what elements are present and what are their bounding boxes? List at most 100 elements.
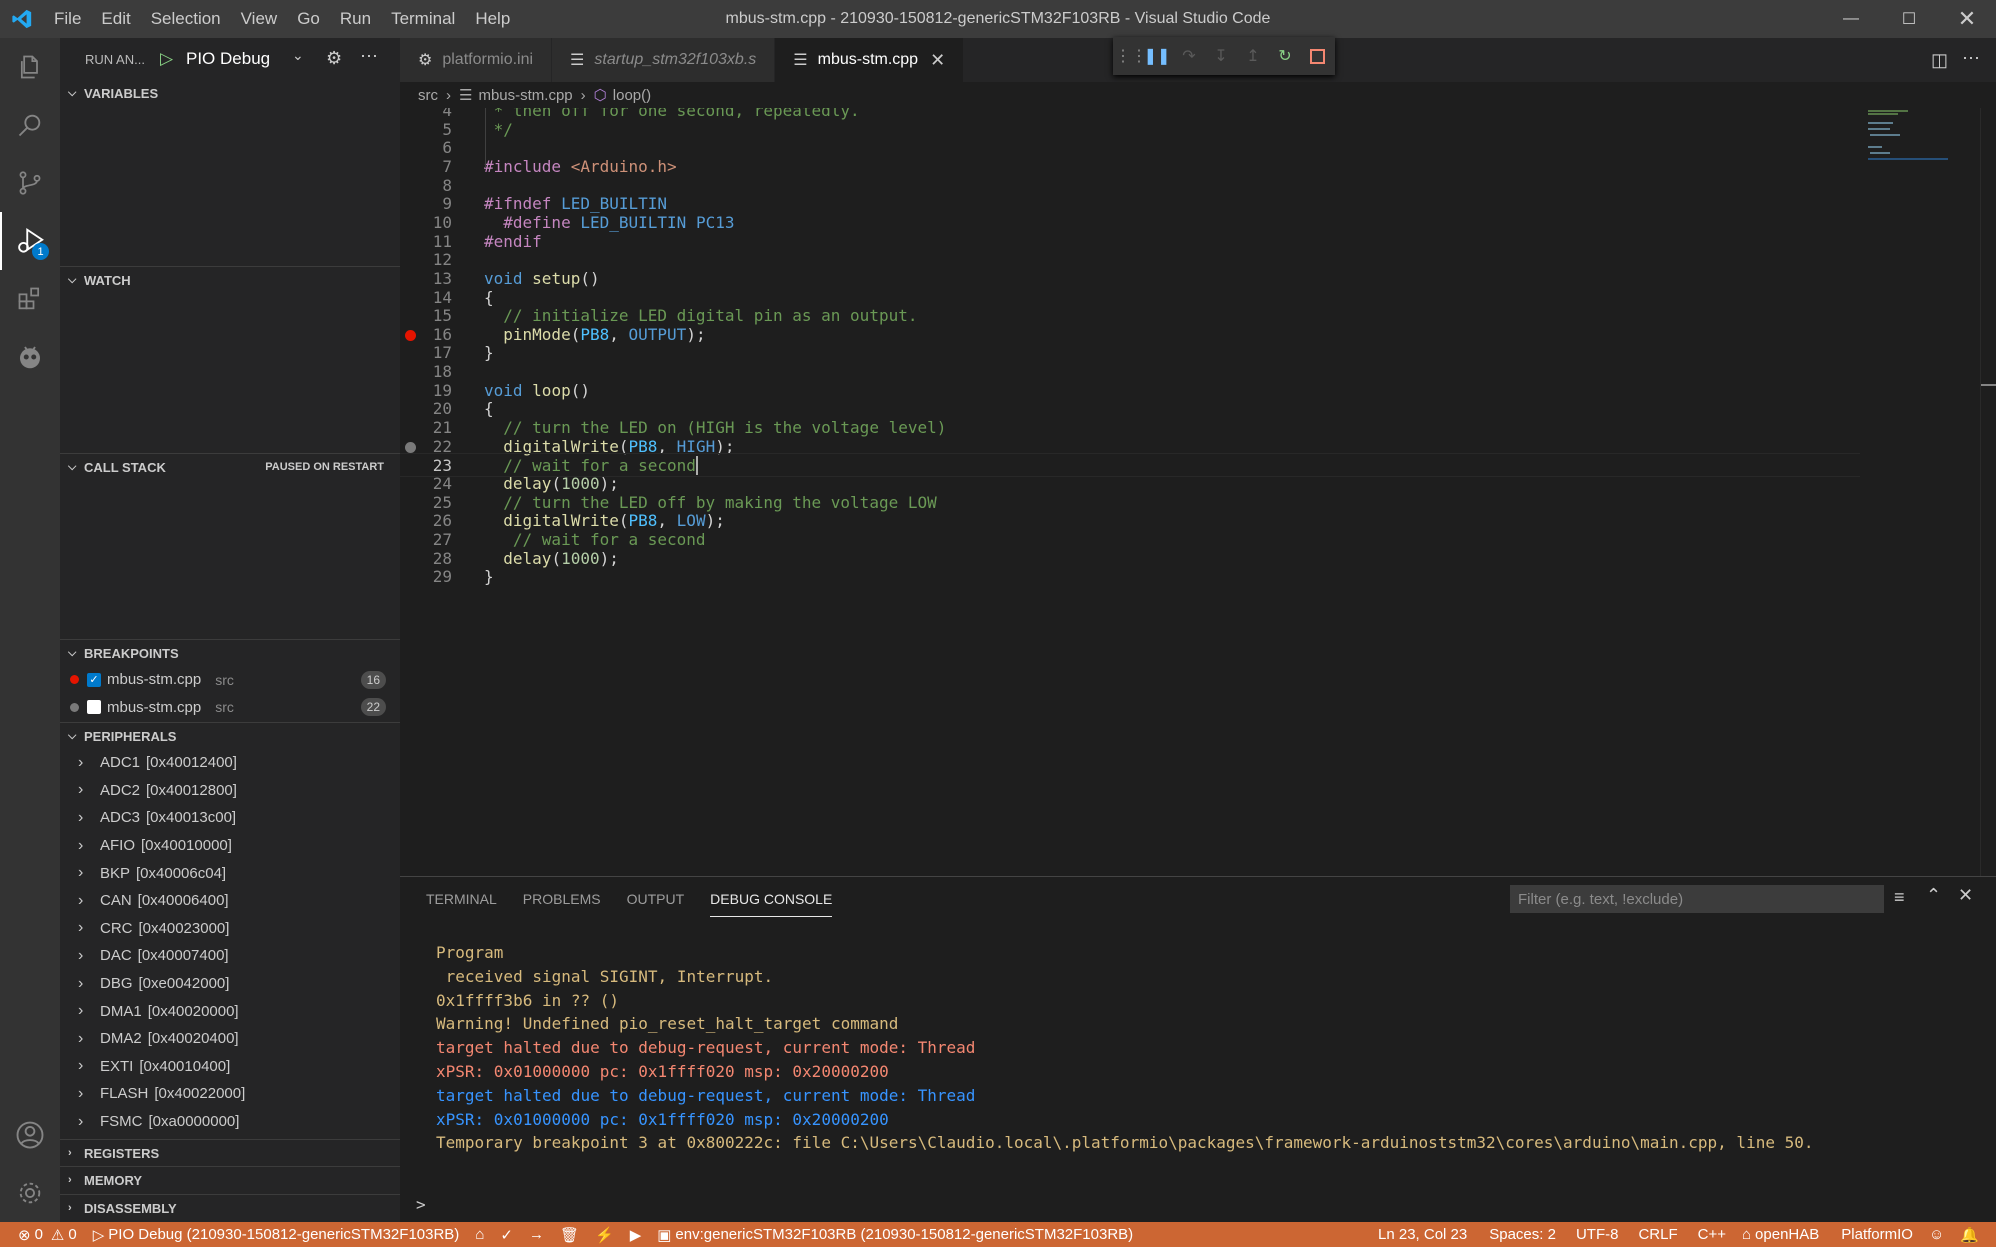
tab-platformio-ini[interactable]: ⚙ platformio.ini xyxy=(400,38,553,82)
account-icon[interactable] xyxy=(0,1106,60,1164)
minimize-icon[interactable]: — xyxy=(1822,0,1880,38)
debug-settings-gear-icon[interactable]: ⚙ xyxy=(326,48,342,69)
settings-gear-icon[interactable] xyxy=(0,1164,60,1222)
menu-help[interactable]: Help xyxy=(465,9,520,29)
breakpoints-header[interactable]: ⌵ BREAKPOINTS xyxy=(60,640,400,666)
peripheral-item[interactable]: › ADC2 [0x40012800] xyxy=(60,777,400,805)
search-icon[interactable] xyxy=(0,96,60,154)
menu-selection[interactable]: Selection xyxy=(141,9,231,29)
peripheral-item[interactable]: › CRC [0x40023000] xyxy=(60,915,400,943)
pio-serial-monitor-icon[interactable]: ⚡ xyxy=(587,1226,622,1244)
debug-session-status[interactable]: ▷ PIO Debug (210930-150812-genericSTM32F1… xyxy=(85,1226,468,1244)
debug-session-label: PIO Debug (210930-150812-genericSTM32F10… xyxy=(108,1226,460,1243)
peripheral-item[interactable]: › EXTI [0x40010400] xyxy=(60,1053,400,1081)
activity-bar: 1 xyxy=(0,38,60,1222)
tab-label: platformio.ini xyxy=(442,51,534,68)
breadcrumb-symbol[interactable]: loop() xyxy=(613,87,651,104)
menu-edit[interactable]: Edit xyxy=(91,9,140,29)
peripheral-item[interactable]: › FLASH [0x40022000] xyxy=(60,1080,400,1108)
run-debug-icon[interactable]: 1 xyxy=(0,212,60,270)
watch-header[interactable]: ⌵ WATCH xyxy=(60,267,400,293)
breadcrumb-file[interactable]: mbus-stm.cpp xyxy=(478,87,572,104)
openhab-status[interactable]: ⌂ openHAB xyxy=(1734,1226,1827,1243)
drag-handle-icon[interactable]: ⋮⋮ xyxy=(1115,44,1147,68)
more-actions-icon[interactable]: ⋯ xyxy=(1962,48,1980,69)
step-out-icon[interactable]: ↥ xyxy=(1241,44,1265,68)
stop-icon[interactable] xyxy=(1305,44,1329,68)
tab-mbus-stm-cpp[interactable]: ☰ mbus-stm.cpp ✕ xyxy=(775,38,965,82)
registers-header[interactable]: › REGISTERS xyxy=(60,1140,400,1166)
extensions-icon[interactable] xyxy=(0,270,60,328)
language-mode[interactable]: C++ xyxy=(1690,1226,1734,1243)
disassembly-header[interactable]: › DISASSEMBLY xyxy=(60,1195,400,1221)
platformio-status[interactable]: PlatformIO xyxy=(1833,1226,1921,1243)
step-into-icon[interactable]: ↧ xyxy=(1209,44,1233,68)
end-of-line[interactable]: CRLF xyxy=(1630,1226,1685,1243)
encoding[interactable]: UTF-8 xyxy=(1568,1226,1627,1243)
maximize-panel-icon[interactable]: ⌃ xyxy=(1926,885,1941,906)
pio-env-status[interactable]: ▣ env:genericSTM32F103RB (210930-150812-g… xyxy=(649,1226,1141,1244)
source-control-icon[interactable] xyxy=(0,154,60,212)
close-tab-icon[interactable]: ✕ xyxy=(930,50,945,71)
notifications-icon[interactable]: 🔔 xyxy=(1952,1226,1987,1244)
pause-icon[interactable]: ❚❚ xyxy=(1144,44,1171,68)
split-editor-icon[interactable]: ◫ xyxy=(1931,50,1948,71)
menu-go[interactable]: Go xyxy=(287,9,330,29)
tab-startup-s[interactable]: ☰ startup_stm32f103xb.s xyxy=(552,38,776,82)
peripheral-item[interactable]: › ADC3 [0x40013c00] xyxy=(60,804,400,832)
editor-scrollbar[interactable] xyxy=(1980,108,1996,876)
breakpoint-checkbox[interactable]: ✓ xyxy=(87,672,101,687)
callstack-header[interactable]: ⌵ CALL STACK PAUSED ON RESTART xyxy=(60,454,400,480)
pio-home-icon[interactable]: ⌂ xyxy=(467,1226,492,1243)
word-wrap-icon[interactable]: ≡ xyxy=(1894,887,1905,908)
peripheral-item[interactable]: › DMA1 [0x40020000] xyxy=(60,997,400,1025)
tab-problems[interactable]: PROBLEMS xyxy=(523,887,601,917)
cursor-position[interactable]: Ln 23, Col 23 xyxy=(1370,1226,1475,1243)
menu-file[interactable]: File xyxy=(44,9,91,29)
feedback-icon[interactable]: ☺ xyxy=(1921,1226,1952,1243)
tab-debug-console[interactable]: DEBUG CONSOLE xyxy=(710,887,833,917)
tab-output[interactable]: OUTPUT xyxy=(627,887,685,917)
platformio-icon[interactable] xyxy=(0,328,60,386)
menu-terminal[interactable]: Terminal xyxy=(381,9,465,29)
peripheral-item[interactable]: › DBG [0xe0042000] xyxy=(60,970,400,998)
peripheral-item[interactable]: › ADC1 [0x40012400] xyxy=(60,749,400,777)
peripherals-header[interactable]: ⌵ PERIPHERALS xyxy=(60,723,400,749)
breadcrumb-folder[interactable]: src xyxy=(418,87,438,104)
step-over-icon[interactable]: ↷ xyxy=(1177,44,1201,68)
code-editor[interactable]: 4 * then off for one second, repeatedly.… xyxy=(400,108,1996,876)
problems-status[interactable]: ⊗ 0 ⚠ 0 xyxy=(0,1226,85,1244)
breakpoint-checkbox[interactable] xyxy=(87,700,101,715)
breakpoint-item[interactable]: ✓ mbus-stm.cpp src 16 xyxy=(60,666,400,694)
close-panel-icon[interactable]: ✕ xyxy=(1958,885,1973,906)
pio-terminal-icon[interactable]: ▶ xyxy=(622,1226,650,1244)
more-actions-icon[interactable]: ⋯ xyxy=(360,46,378,67)
start-debug-icon[interactable]: ▷ xyxy=(160,49,173,69)
pio-clean-icon[interactable]: 🗑 xyxy=(552,1226,587,1244)
tab-terminal[interactable]: TERMINAL xyxy=(426,887,497,917)
memory-header[interactable]: › MEMORY xyxy=(60,1167,400,1193)
pio-upload-icon[interactable]: → xyxy=(521,1226,552,1243)
peripheral-item[interactable]: › BKP [0x40006c04] xyxy=(60,859,400,887)
close-icon[interactable]: ✕ xyxy=(1938,0,1996,38)
peripheral-item[interactable]: › DMA2 [0x40020400] xyxy=(60,1025,400,1053)
console-filter-input[interactable]: Filter (e.g. text, !exclude) xyxy=(1510,885,1884,913)
menu-view[interactable]: View xyxy=(231,9,288,29)
peripheral-item[interactable]: › FSMC [0xa0000000] xyxy=(60,1108,400,1136)
restart-icon[interactable]: ↻ xyxy=(1273,44,1297,68)
code-line[interactable]: 29} xyxy=(400,565,1860,589)
indentation[interactable]: Spaces: 2 xyxy=(1481,1226,1564,1243)
maximize-icon[interactable]: ☐ xyxy=(1880,0,1938,38)
console-prompt[interactable]: > xyxy=(416,1195,426,1214)
peripheral-item[interactable]: › AFIO [0x40010000] xyxy=(60,832,400,860)
minimap[interactable] xyxy=(1860,108,1980,168)
chevron-down-icon[interactable]: ⌄ xyxy=(292,47,304,64)
pio-build-icon[interactable]: ✓ xyxy=(492,1226,521,1244)
explorer-icon[interactable] xyxy=(0,38,60,96)
menu-run[interactable]: Run xyxy=(330,9,381,29)
breakpoint-item[interactable]: mbus-stm.cpp src 22 xyxy=(60,694,400,722)
peripheral-item[interactable]: › DAC [0x40007400] xyxy=(60,942,400,970)
peripheral-item[interactable]: › CAN [0x40006400] xyxy=(60,887,400,915)
debug-config-select[interactable]: PIO Debug xyxy=(186,49,270,69)
variables-header[interactable]: ⌵ VARIABLES xyxy=(60,80,400,106)
